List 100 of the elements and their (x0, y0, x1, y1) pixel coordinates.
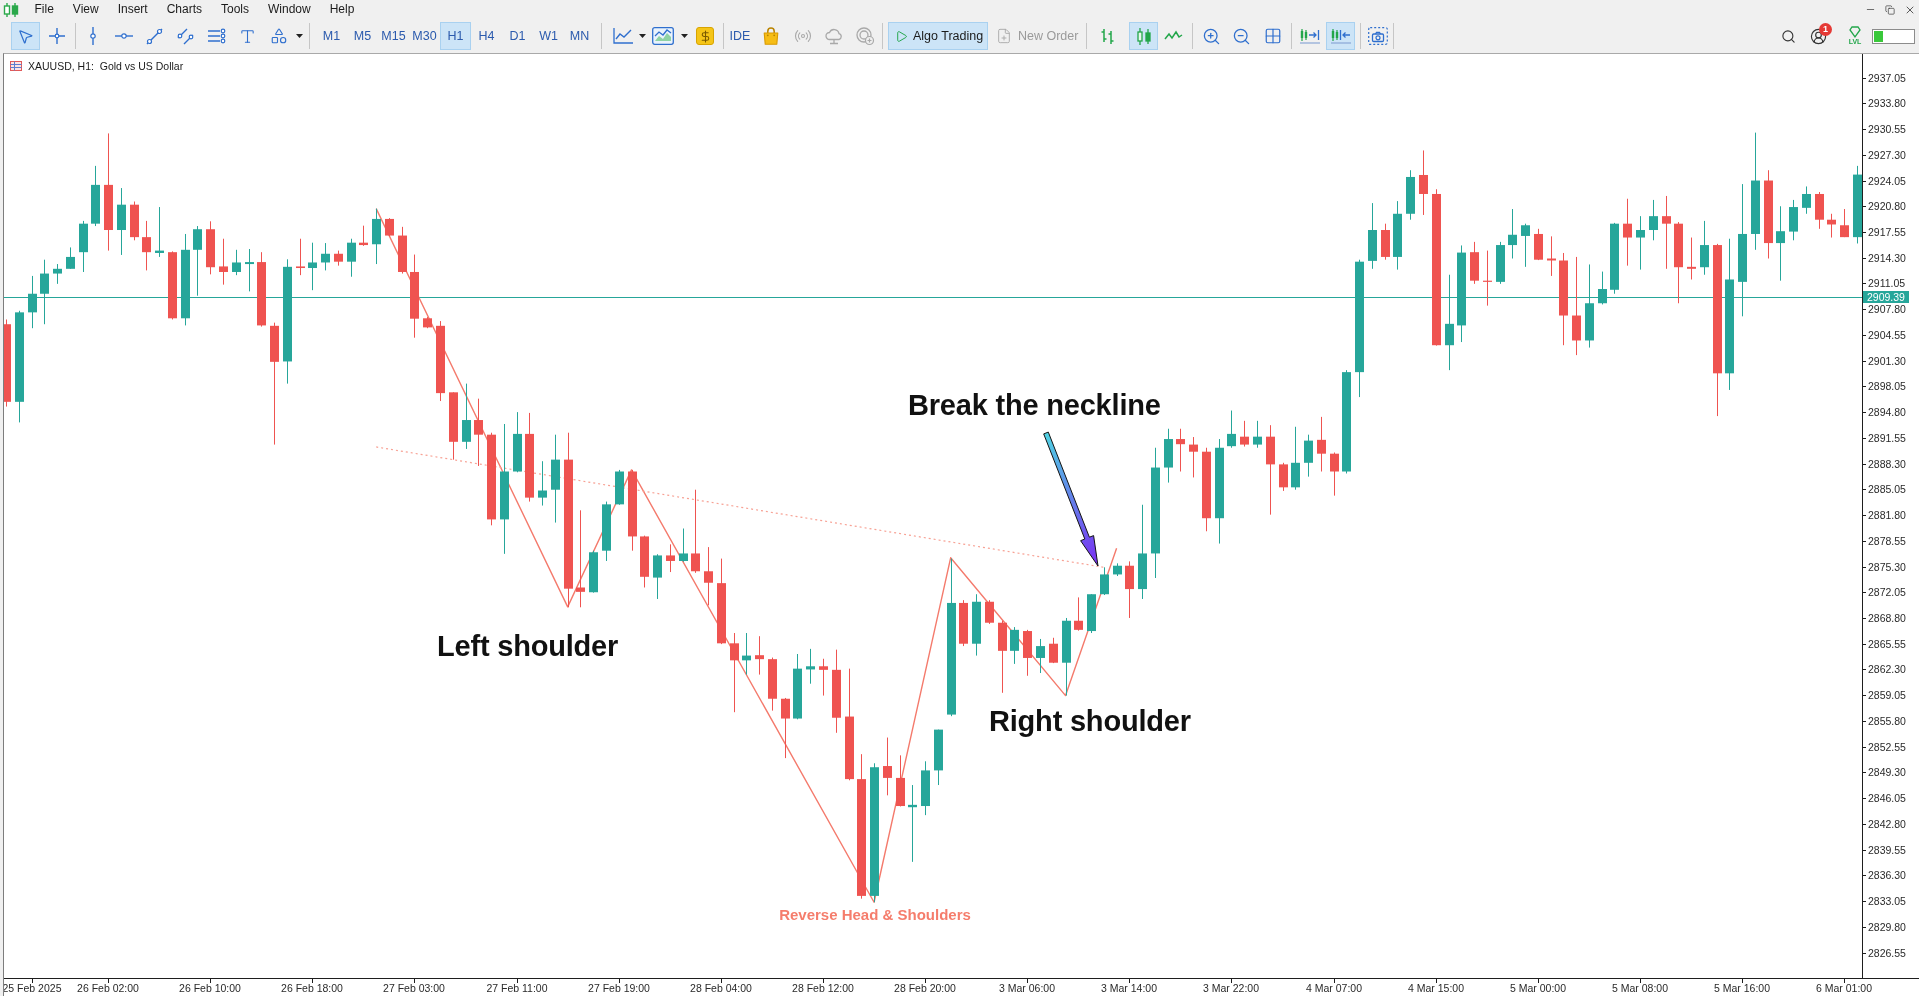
shopping-bag-icon[interactable] (763, 27, 779, 45)
timeframe-button[interactable]: M30 (409, 22, 440, 50)
drawing-tool-button[interactable] (11, 22, 40, 50)
chart-title: XAUUSD, H1: Gold vs US Dollar (28, 60, 184, 72)
time-axis-label: 26 Feb 18:00 (281, 982, 343, 994)
candle-wick (1525, 223, 1526, 268)
candle-body (730, 643, 739, 661)
algo-trading-button[interactable]: Algo Trading (888, 22, 988, 50)
price-axis-label: 2829.80 (1868, 921, 1906, 933)
pattern-label: Reverse Head & Shoulders (779, 906, 971, 924)
restore-icon[interactable] (1885, 4, 1895, 15)
candle-body (717, 583, 726, 644)
zoom-out-icon[interactable] (1232, 26, 1252, 46)
ohlc-bars-icon[interactable] (1100, 28, 1115, 44)
price-axis-label: 2888.30 (1868, 458, 1906, 470)
time-axis-label: 6 Mar 01:00 (1816, 982, 1872, 994)
caret-icon[interactable] (680, 34, 688, 38)
chart-scroll-button[interactable] (1326, 22, 1356, 50)
menu-item[interactable]: Insert (108, 1, 158, 18)
timeframe-button[interactable]: H4 (471, 22, 502, 50)
candle-wick (197, 225, 198, 297)
diamond-icon[interactable] (1850, 27, 1860, 37)
menu-item[interactable]: Charts (157, 1, 212, 18)
vertical-line-icon[interactable] (89, 27, 96, 45)
candle-body (793, 668, 802, 719)
timeframe-button[interactable]: MN (564, 22, 595, 50)
chart-type-button[interactable] (1129, 22, 1159, 50)
candle-body (1853, 174, 1862, 238)
candle-body (1406, 176, 1415, 214)
price-axis-label: 2839.55 (1868, 844, 1906, 856)
candle-wick (236, 249, 237, 276)
time-axis-label: 27 Feb 11:00 (486, 982, 548, 994)
dollar-icon[interactable] (696, 27, 714, 45)
play-icon[interactable] (895, 29, 908, 43)
time-axis-label: 28 Feb 20:00 (894, 982, 956, 994)
time-axis-label: 28 Feb 04:00 (690, 982, 752, 994)
candle-body (104, 184, 113, 230)
ide-button[interactable]: IDE (726, 25, 754, 47)
timeframe-button[interactable]: D1 (502, 22, 533, 50)
menu-item[interactable]: Tools (211, 1, 259, 18)
candle-wick (887, 737, 888, 796)
user-icon[interactable] (1809, 27, 1827, 45)
candle-body (1521, 225, 1530, 236)
candle-body (1291, 462, 1300, 488)
candle-wick (1104, 566, 1105, 596)
candle-body (1674, 223, 1683, 268)
shapes-icon[interactable] (269, 27, 288, 45)
candle-body (1138, 553, 1147, 590)
chart-window-icon[interactable] (652, 27, 674, 45)
level-lines-icon[interactable] (207, 29, 226, 43)
parallel-lines-icon[interactable] (177, 27, 194, 45)
grid-icon[interactable] (1263, 27, 1282, 45)
candle-wick (44, 259, 45, 325)
candle-wick (312, 242, 313, 291)
timeframe-button[interactable]: M1 (316, 22, 347, 50)
trend-line-icon[interactable] (146, 27, 163, 45)
price-axis-label: 2894.80 (1868, 406, 1906, 418)
candle-body (142, 237, 151, 253)
candle-body (1840, 225, 1849, 238)
candle-body (474, 420, 483, 435)
screenshot-icon[interactable] (1368, 27, 1389, 45)
line-chart-icon[interactable] (613, 28, 633, 44)
caret-icon[interactable] (295, 34, 303, 38)
timeframe-button[interactable]: H1 (440, 22, 471, 50)
candle-wick (785, 697, 786, 759)
candlesticks-icon[interactable] (1136, 27, 1151, 45)
menu-item[interactable]: Window (258, 1, 321, 18)
notification-badge: 1 (1819, 23, 1832, 36)
candle-wick (1321, 416, 1322, 472)
menu-item[interactable]: View (63, 1, 109, 18)
time-axis-label: 3 Mar 06:00 (999, 982, 1055, 994)
price-axis-label: 2891.55 (1868, 432, 1906, 444)
candle-body (1317, 439, 1326, 454)
crosshair-icon[interactable] (48, 28, 65, 44)
app-logo-icon[interactable] (3, 2, 19, 17)
caret-icon[interactable] (638, 34, 646, 38)
horizontal-line-icon[interactable] (114, 33, 133, 39)
timeframe-button[interactable]: M15 (378, 22, 409, 50)
zoom-in-icon[interactable] (1201, 26, 1221, 46)
line-chart-icon[interactable] (1165, 31, 1183, 41)
candles-arrow-left-icon[interactable] (1330, 28, 1351, 44)
price-axis-label: 2846.05 (1868, 792, 1906, 804)
candle-wick (708, 546, 709, 606)
candle-wick (1244, 420, 1245, 448)
candle-body (1789, 207, 1798, 232)
candle-wick (1334, 452, 1335, 497)
cursor-icon[interactable] (17, 27, 34, 45)
timeframe-button[interactable]: M5 (347, 22, 378, 50)
search-icon[interactable] (1780, 28, 1796, 44)
timeframe-button[interactable]: W1 (533, 22, 564, 50)
candle-body (1074, 620, 1083, 630)
menu-item[interactable]: File (25, 1, 64, 18)
candle-body (1202, 451, 1211, 519)
text-icon[interactable] (239, 27, 256, 45)
candle-body (1393, 213, 1402, 257)
candles-arrow-right-icon[interactable] (1299, 28, 1320, 44)
candle-body (257, 262, 266, 326)
menu-item[interactable]: Help (320, 1, 364, 18)
price-axis-label: 2855.80 (1868, 715, 1906, 727)
candle-wick (1180, 428, 1181, 472)
